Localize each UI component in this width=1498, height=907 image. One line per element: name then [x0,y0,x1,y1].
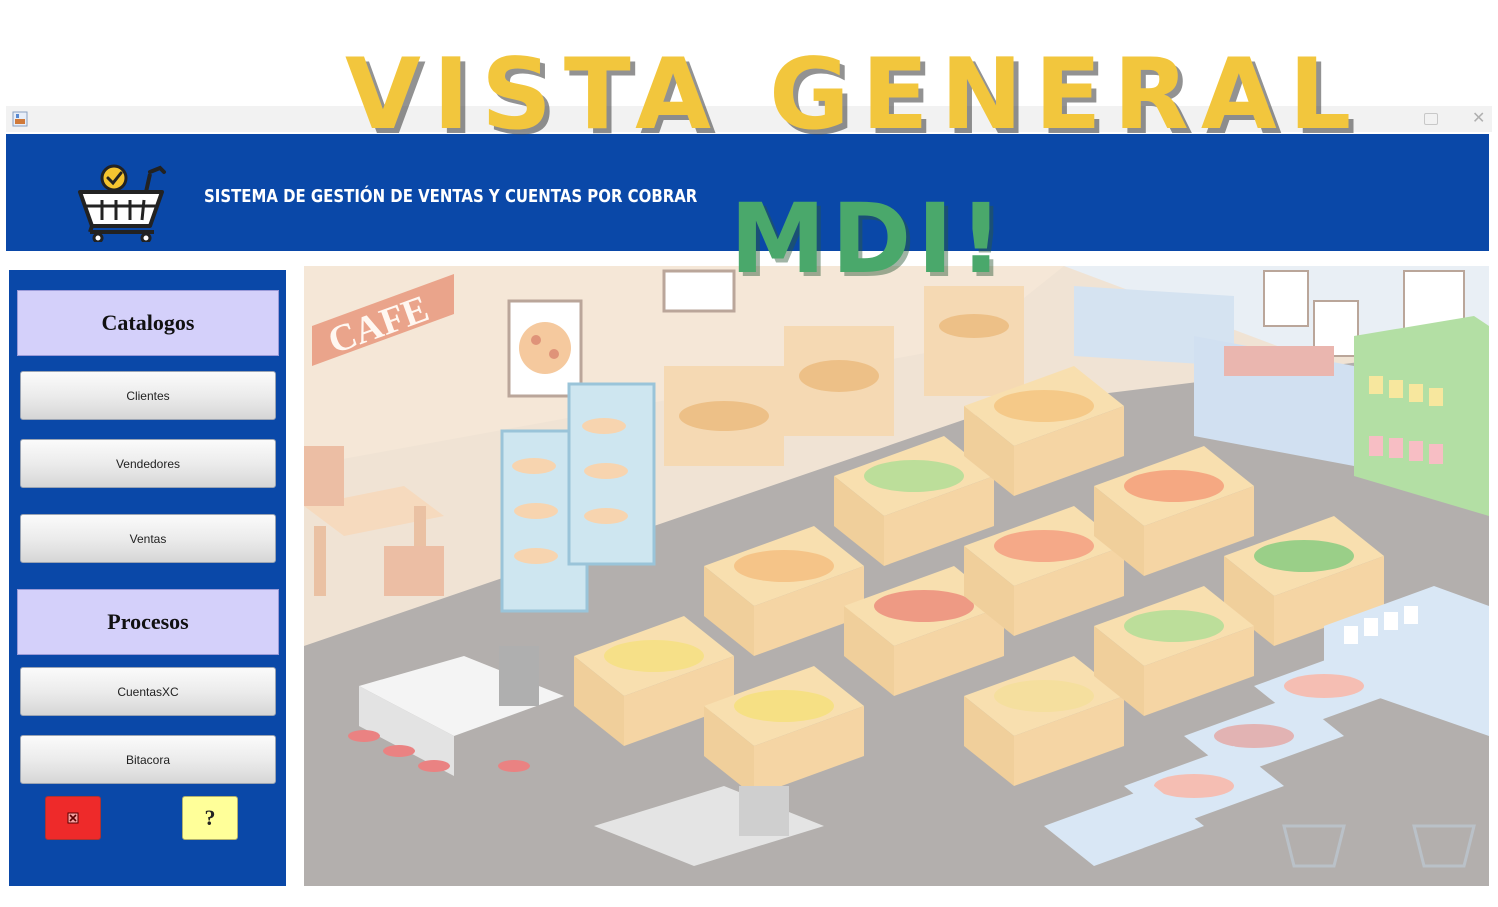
help-button[interactable]: ? [182,796,238,840]
bitacora-button[interactable]: Bitacora [20,735,276,784]
app-title: SISTEMA DE GESTIÓN DE VENTAS Y CUENTAS P… [204,186,698,207]
close-icon[interactable]: ✕ [1472,110,1485,128]
ventas-button[interactable]: Ventas [20,514,276,563]
vendedores-button[interactable]: Vendedores [20,439,276,488]
mdi-desktop-background: CAFE [304,266,1489,886]
exit-x-icon [67,812,79,824]
maximize-icon[interactable] [1424,113,1438,125]
window-titlebar: ✕ [6,106,1492,132]
catalogos-header: Catalogos [17,290,279,356]
supermarket-illustration: CAFE [304,266,1489,886]
java-app-icon [12,111,28,127]
procesos-header: Procesos [17,589,279,655]
clientes-button[interactable]: Clientes [20,371,276,420]
sidebar: Catalogos Clientes Vendedores Ventas Pro… [9,270,286,886]
exit-button[interactable] [45,796,101,840]
shopping-cart-check-icon [78,164,166,242]
app-header: SISTEMA DE GESTIÓN DE VENTAS Y CUENTAS P… [6,134,1489,251]
cuentasxc-button[interactable]: CuentasXC [20,667,276,716]
